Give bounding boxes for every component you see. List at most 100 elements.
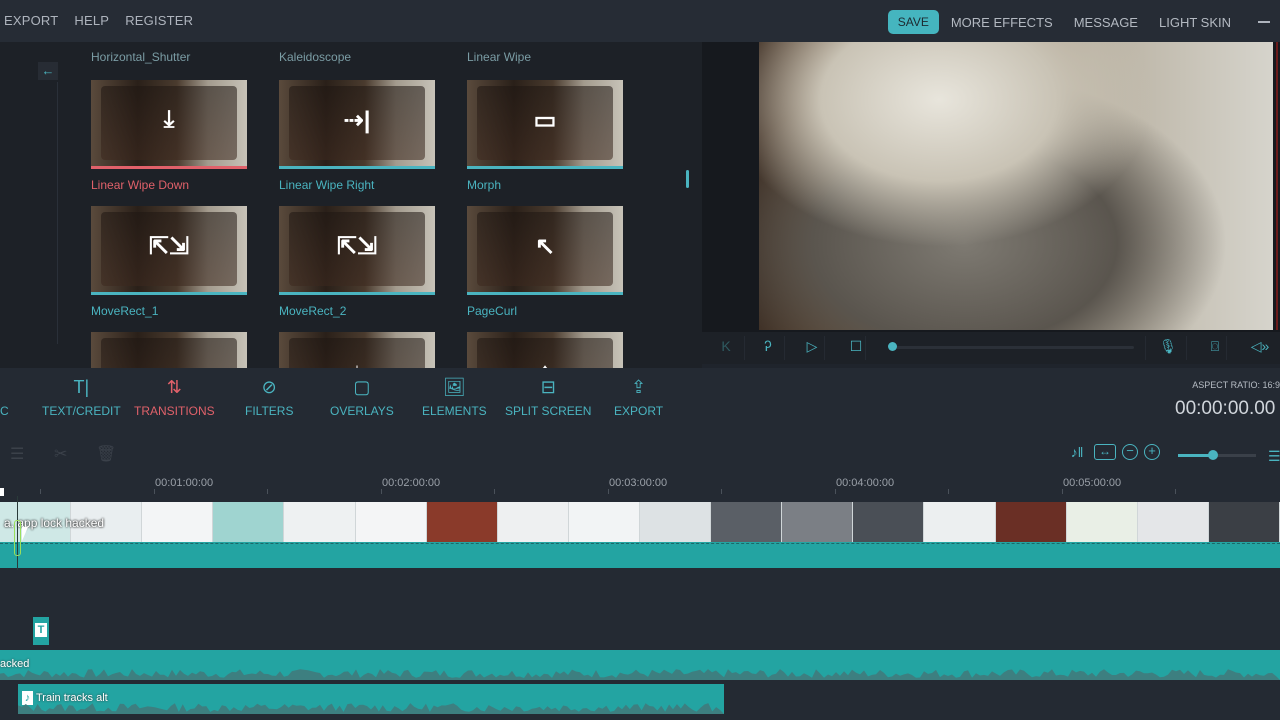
transition-tile[interactable]: ⇱⇲ MoveRect_2	[279, 206, 435, 318]
separator	[744, 336, 745, 360]
transition-thumbnail: ⇢|	[279, 80, 435, 166]
ruler-tick	[1175, 489, 1176, 494]
trash-icon[interactable]: 🗑	[96, 444, 116, 464]
menu-more-effects[interactable]: MORE EFFECTS	[951, 15, 1053, 30]
playback-progress-knob[interactable]	[888, 342, 897, 351]
transition-tile[interactable]: ⤓ Linear Wipe Down	[91, 80, 247, 192]
playhead-handle[interactable]	[14, 520, 21, 556]
ruler-tick	[1062, 489, 1063, 494]
save-button[interactable]: SAVE	[887, 10, 939, 34]
transition-tile[interactable]: ↑	[467, 332, 623, 368]
transition-tile[interactable]: ⇱⇲ MoveRect_1	[91, 206, 247, 318]
tile-bar	[279, 292, 435, 295]
transition-thumbnail: ↑	[467, 332, 623, 368]
tool-c[interactable]: C	[0, 376, 9, 418]
volume-icon[interactable]: ◁»	[1250, 338, 1270, 355]
ruler-label: 00:03:00:00	[609, 477, 668, 489]
transition-label: Morph	[467, 178, 502, 192]
tool-filters[interactable]: ⊘ FILTERS	[245, 376, 293, 418]
text-clip[interactable]: T	[33, 617, 49, 645]
transition-thumbnail: ⇱⇲	[91, 206, 247, 292]
panel-divider	[57, 82, 58, 344]
zoom-out-icon[interactable]: −	[1122, 444, 1138, 460]
transition-thumbnail	[91, 332, 247, 368]
microphone-icon[interactable]: 🎙	[1158, 338, 1178, 355]
tool-label: FILTERS	[245, 404, 294, 418]
tool-icon	[0, 376, 9, 400]
tool-icon: ⊘	[261, 377, 277, 397]
adjust-icon[interactable]: ☰	[10, 444, 24, 464]
tool-icon: T|	[73, 377, 90, 397]
tool-label: TRANSITIONS	[134, 404, 215, 418]
panel-scrollbar[interactable]	[686, 170, 689, 188]
tile-bar	[467, 166, 623, 169]
tile-bar	[467, 292, 623, 295]
timeline-ruler[interactable]: 00:01:00:00 00:02:00:00 00:03:00:00 00:04:0…	[0, 474, 1280, 494]
separator	[1145, 336, 1146, 360]
video-frame-thumbnail	[782, 502, 854, 542]
transition-glyph-icon: ▭	[533, 107, 557, 134]
tool-elements[interactable]: 🖼 ELEMENTS	[422, 376, 487, 418]
tool-label: TEXT/CREDIT	[42, 404, 121, 418]
audio-clip-1[interactable]: acked	[0, 650, 1280, 680]
aspect-ratio: ASPECT RATIO: 16:9	[1192, 380, 1280, 390]
transition-tile[interactable]: ⇢| Linear Wipe Right	[279, 80, 435, 192]
ruler-tick	[948, 489, 949, 494]
transition-thumbnail: ▭	[467, 80, 623, 166]
tool-split-screen[interactable]: ⊟ SPLIT SCREEN	[505, 376, 591, 418]
video-frame-thumbnail	[284, 502, 356, 542]
minimize-button[interactable]	[1258, 21, 1270, 23]
ruler-start-marker	[0, 488, 4, 496]
video-frame-thumbnail	[355, 502, 427, 542]
video-frame-thumbnail	[924, 502, 996, 542]
menu-message[interactable]: MESSAGE	[1074, 15, 1138, 30]
transition-label: MoveRect_1	[91, 304, 159, 318]
camera-icon[interactable]: ⌼	[1205, 338, 1225, 355]
tool-label: EXPORT	[614, 404, 664, 418]
ruler-tick	[721, 489, 722, 494]
menu-export[interactable]: EXPORT	[4, 13, 58, 28]
audio-clip-2[interactable]: ♪ Train tracks alt	[18, 684, 724, 714]
transition-thumbnail: ⇱⇲	[279, 206, 435, 292]
tool-label: SPLIT SCREEN	[505, 404, 592, 418]
tool-label: C	[0, 404, 9, 418]
transition-tile[interactable]: ↓	[279, 332, 435, 368]
tile-label-partial: Horizontal_Shutter	[91, 50, 191, 64]
zoom-in-icon[interactable]: +	[1144, 444, 1160, 460]
stop-icon[interactable]: ☐	[846, 338, 866, 355]
ruler-label: 00:01:00:00	[155, 477, 214, 489]
timecode: 00:00:00.00	[1175, 398, 1276, 419]
tile-label-partial: Linear Wipe	[467, 50, 532, 64]
prev-frame-icon[interactable]: K	[716, 338, 736, 354]
transition-tile[interactable]: ↖ PageCurl	[467, 206, 623, 318]
play-icon[interactable]: ▷	[802, 338, 822, 355]
video-frame-thumbnail	[142, 502, 214, 542]
tool-icon: 🖼	[442, 377, 466, 397]
tool-transitions[interactable]: ⇅ TRANSITIONS	[134, 376, 215, 418]
tool-icon: ▢	[353, 377, 371, 397]
video-clip-thumbnails[interactable]	[0, 502, 1280, 542]
fit-timeline-icon[interactable]: ↔	[1094, 444, 1116, 460]
ruler-tick	[154, 489, 155, 494]
video-frame-thumbnail	[1066, 502, 1138, 542]
tool-overlays[interactable]: ▢ OVERLAYS	[330, 376, 394, 418]
timeline-zoom-knob[interactable]	[1208, 450, 1218, 460]
video-frame-thumbnail	[497, 502, 569, 542]
transition-thumbnail: ↓	[279, 332, 435, 368]
tool-icon: ⊟	[540, 377, 556, 397]
transition-tile[interactable]	[91, 332, 247, 368]
menu-help[interactable]: HELP	[74, 13, 109, 28]
arrow-left-icon[interactable]: ←	[38, 62, 58, 80]
video-frame-thumbnail	[995, 502, 1067, 542]
playback-progress[interactable]	[894, 346, 1134, 349]
transition-tile[interactable]: ▭ Morph	[467, 80, 623, 192]
scissors-icon[interactable]: ✂	[54, 444, 67, 464]
menu-light-skin[interactable]: LIGHT SKIN	[1159, 15, 1231, 30]
tool-export[interactable]: ⇪ EXPORT	[614, 376, 663, 418]
menu-register[interactable]: REGISTER	[125, 13, 193, 28]
top-menu-bar: EXPORT HELP REGISTER SAVE MORE EFFECTS M…	[0, 0, 1280, 42]
menu-icon[interactable]: ☰	[1268, 448, 1280, 465]
tool-text-credit[interactable]: T| TEXT/CREDIT	[42, 376, 121, 418]
audio-mixer-icon[interactable]: ♪ǁ	[1066, 444, 1088, 460]
next-frame-icon[interactable]: Ꭾ	[758, 338, 778, 355]
